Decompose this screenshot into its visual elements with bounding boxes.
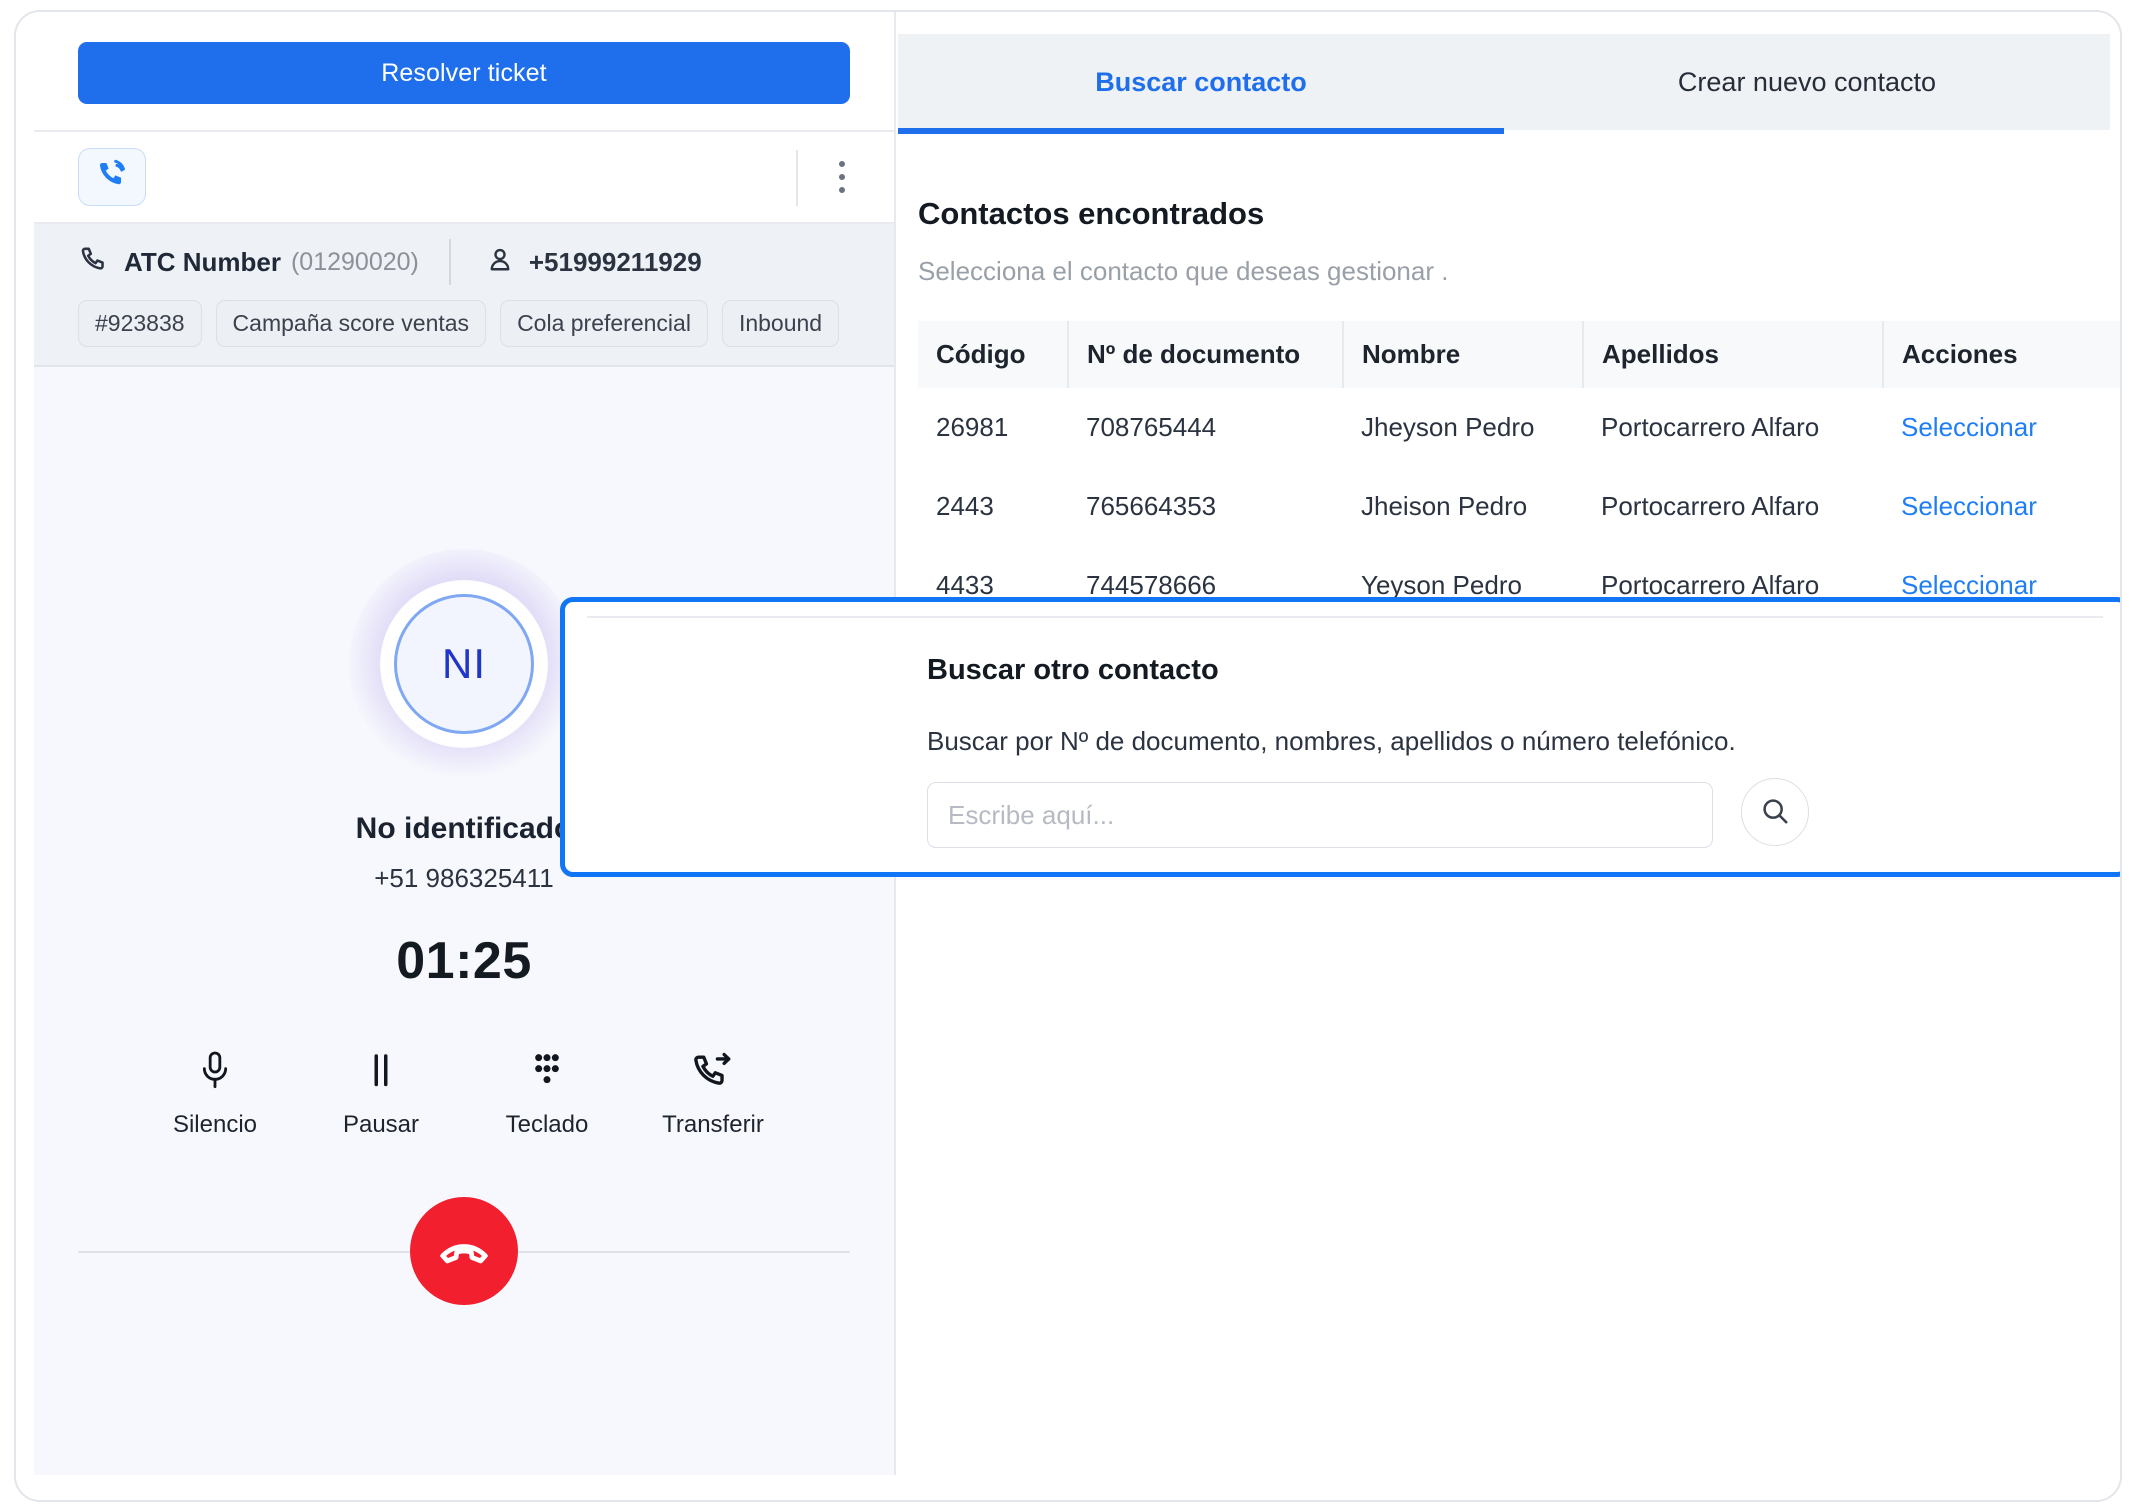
- column-header-acciones: Acciones: [1902, 339, 2018, 369]
- avatar: NI: [394, 594, 534, 734]
- caller-number: +51999211929: [528, 246, 702, 277]
- search-icon: [1759, 795, 1791, 830]
- hangup-zone: [34, 1197, 894, 1305]
- cell-codigo: 26981: [936, 412, 1009, 442]
- cell-acciones: Seleccionar: [1883, 388, 2120, 467]
- resolve-ticket-bar: Resolver ticket: [34, 12, 894, 132]
- pause-icon: [362, 1043, 400, 1099]
- cell-documento: 765664353: [1086, 491, 1217, 521]
- tag-queue: Cola preferencial: [500, 300, 708, 347]
- search-other-hint: Buscar por Nº de documento, nombres, ape…: [927, 726, 1736, 756]
- results-title: Contactos encontrados: [918, 196, 1265, 231]
- select-contact-link[interactable]: Seleccionar: [1901, 412, 2037, 442]
- pause-button[interactable]: Pausar: [298, 1043, 464, 1139]
- call-timer: 01:25: [396, 932, 532, 990]
- tag-campaign: Campaña score ventas: [215, 300, 487, 347]
- search-input[interactable]: [927, 782, 1713, 848]
- toolbar-divider: [796, 150, 798, 206]
- cell-apellidos: Portocarrero Alfaro: [1601, 491, 1820, 521]
- caller-phone: +51 986325411: [374, 863, 554, 893]
- table-header-row: Código Nº de documento Nombre Apellidos …: [918, 321, 2120, 388]
- avatar-ring: NI: [381, 581, 547, 747]
- kebab-dot: [839, 161, 845, 167]
- cell-nombre: Jheison Pedro: [1361, 491, 1528, 521]
- mute-button[interactable]: Silencio: [132, 1043, 298, 1139]
- hangup-phone-icon: [435, 1221, 493, 1282]
- cell-codigo: 2443: [936, 491, 994, 521]
- cell-acciones: Seleccionar: [1883, 467, 2120, 546]
- dialpad-icon: [527, 1043, 567, 1099]
- kebab-dot: [839, 174, 845, 180]
- select-contact-link[interactable]: Seleccionar: [1901, 491, 2037, 521]
- column-header-nombre: Nombre: [1343, 321, 1584, 388]
- hangup-button[interactable]: [410, 1197, 518, 1305]
- pause-label: Pausar: [342, 1111, 420, 1138]
- contacts-table: Código Nº de documento Nombre Apellidos …: [918, 321, 2120, 625]
- meta-divider: [448, 239, 451, 285]
- tag-list: #923838 Campaña score ventas Cola prefer…: [78, 300, 850, 347]
- kebab-dot: [839, 187, 845, 193]
- column-header-apellidos: Apellidos: [1583, 321, 1884, 388]
- tab-buscar-contacto[interactable]: Buscar contacto: [898, 34, 1504, 134]
- cell-nombre: Jheyson Pedro: [1361, 412, 1535, 442]
- resolve-ticket-button[interactable]: Resolver ticket: [78, 42, 850, 104]
- divider: [587, 616, 2103, 618]
- dialpad-label: Teclado: [505, 1111, 589, 1138]
- active-call-stage: NI No identificado +51 986325411 01:25 S…: [34, 367, 894, 1475]
- phone-outgoing-icon: [95, 158, 129, 197]
- tag-direction: Inbound: [721, 300, 840, 347]
- call-action-bar: [34, 132, 894, 224]
- dialpad-button[interactable]: Teclado: [464, 1043, 630, 1139]
- column-header-documento: Nº de documento: [1068, 321, 1344, 388]
- tab-crear-nuevo-contacto[interactable]: Crear nuevo contacto: [1504, 34, 2110, 130]
- search-button[interactable]: [1741, 778, 1809, 846]
- call-controls: Silencio Pausar Teclado Transferir: [34, 1043, 894, 1139]
- contact-tabs: Buscar contacto Crear nuevo contacto: [898, 34, 2110, 134]
- more-options-button[interactable]: [822, 153, 862, 201]
- call-transfer-icon: [690, 1043, 736, 1099]
- transfer-label: Transferir: [662, 1111, 764, 1138]
- tag-ticket-id: #923838: [78, 300, 202, 347]
- line-label: ATC Number: [124, 246, 281, 277]
- select-contact-link[interactable]: Seleccionar: [1901, 570, 2037, 600]
- column-header-codigo: Código: [918, 321, 1069, 388]
- phone-receiver-icon: [78, 244, 110, 281]
- app-window: Resolver ticket ATC Number (01290020) +5…: [14, 10, 2122, 1502]
- contact-results: Contactos encontrados Selecciona el cont…: [560, 152, 2120, 1500]
- microphone-icon: [195, 1043, 235, 1099]
- cell-documento: 708765444: [1086, 412, 1217, 442]
- table-row: 2443 765664353 Jheison Pedro Portocarrer…: [918, 467, 2120, 546]
- mute-label: Silencio: [172, 1111, 258, 1138]
- line-code: (01290020): [290, 247, 419, 276]
- cell-apellidos: Portocarrero Alfaro: [1601, 412, 1820, 442]
- transfer-button[interactable]: Transferir: [630, 1043, 796, 1139]
- caller-name: No identificado: [355, 812, 573, 845]
- results-subtitle: Selecciona el contacto que deseas gestio…: [918, 256, 1449, 286]
- phone-call-button[interactable]: [78, 148, 146, 206]
- table-row: 26981 708765444 Jheyson Pedro Portocarre…: [918, 388, 2120, 467]
- search-other-title: Buscar otro contacto: [927, 654, 1219, 686]
- call-meta-strip: ATC Number (01290020) +51999211929 #9238…: [34, 224, 894, 367]
- user-icon: [485, 245, 515, 280]
- search-other-contact-section: Buscar otro contacto Buscar por Nº de do…: [560, 597, 2120, 877]
- contact-panel: Buscar contacto Crear nuevo contacto Con…: [560, 12, 2120, 1500]
- avatar-glow: NI: [349, 549, 579, 779]
